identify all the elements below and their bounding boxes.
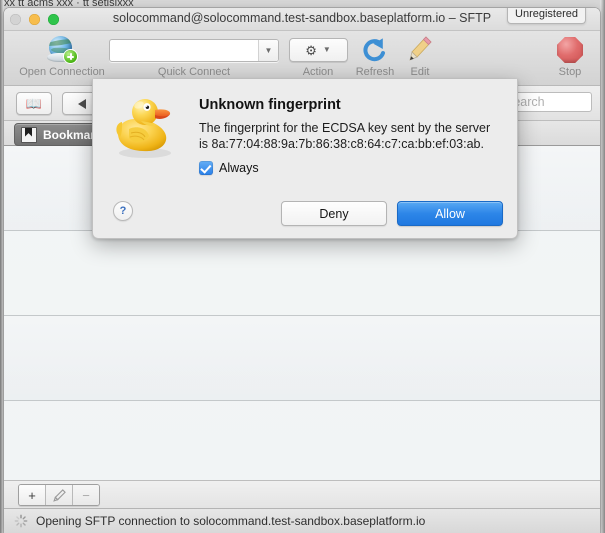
refresh-label: Refresh bbox=[355, 66, 395, 78]
status-bar: Opening SFTP connection to solocommand.t… bbox=[4, 508, 600, 533]
open-book-icon: 📖 bbox=[25, 96, 43, 111]
help-button[interactable]: ? bbox=[113, 201, 133, 221]
background-window-right-edge bbox=[600, 0, 605, 533]
chevron-down-icon: ▼ bbox=[322, 45, 331, 54]
edit-bookmark-button[interactable] bbox=[46, 485, 73, 505]
always-checkbox-label: Always bbox=[219, 161, 259, 175]
pencil-icon bbox=[409, 36, 432, 61]
pencil-icon bbox=[52, 488, 66, 502]
loading-spinner-icon bbox=[14, 514, 28, 528]
dialog-body-text: The fingerprint for the ECDSA key sent b… bbox=[199, 121, 491, 151]
bookmark-actions-bar: + − bbox=[4, 480, 600, 508]
gear-icon: ⚙ bbox=[305, 42, 317, 58]
globe-add-icon bbox=[47, 35, 77, 65]
back-triangle-icon bbox=[78, 98, 86, 109]
allow-button[interactable]: Allow bbox=[397, 201, 503, 226]
add-bookmark-button[interactable]: + bbox=[19, 485, 46, 505]
open-connection-label: Open Connection bbox=[19, 66, 105, 78]
quick-connect-group: ▼ Quick Connect bbox=[108, 35, 280, 78]
quick-connect-input[interactable] bbox=[110, 39, 258, 61]
bookmark-ribbon-icon bbox=[21, 126, 37, 143]
list-item[interactable] bbox=[4, 231, 600, 316]
always-checkbox-row[interactable]: Always bbox=[199, 161, 259, 175]
toggle-bookmarks-button[interactable]: 📖 bbox=[16, 92, 52, 115]
quick-connect-combo[interactable]: ▼ bbox=[109, 35, 279, 65]
chevron-down-icon[interactable]: ▼ bbox=[258, 39, 278, 61]
refresh-button[interactable]: Refresh bbox=[349, 35, 401, 78]
list-item[interactable] bbox=[4, 316, 600, 401]
unknown-fingerprint-dialog: Unknown fingerprint The fingerprint for … bbox=[92, 79, 518, 239]
dialog-button-group: Deny Allow bbox=[281, 201, 503, 226]
bookmark-segmented-control: + − bbox=[18, 484, 100, 506]
open-connection-button[interactable]: Open Connection bbox=[7, 35, 117, 78]
rubber-duck-icon bbox=[116, 99, 171, 158]
list-item[interactable] bbox=[4, 401, 600, 480]
background-window-clipped-title: xx tt acms xxx · tt setislxxx bbox=[4, 0, 134, 8]
status-text: Opening SFTP connection to solocommand.t… bbox=[36, 514, 426, 528]
edit-button[interactable]: Edit bbox=[396, 35, 444, 78]
deny-button[interactable]: Deny bbox=[281, 201, 387, 226]
stop-label: Stop bbox=[558, 66, 582, 78]
stop-button[interactable]: Stop bbox=[544, 35, 596, 78]
action-menu-button[interactable]: ⚙ ▼ Action bbox=[287, 35, 349, 78]
remove-bookmark-button[interactable]: − bbox=[73, 485, 99, 505]
unregistered-badge[interactable]: Unregistered bbox=[507, 8, 586, 24]
dialog-title: Unknown fingerprint bbox=[199, 97, 341, 113]
main-toolbar: Open Connection ▼ Quick Connect ⚙ ▼ Acti… bbox=[4, 31, 600, 86]
title-bar: solocommand@solocommand.test-sandbox.bas… bbox=[4, 8, 600, 31]
quick-connect-label: Quick Connect bbox=[157, 66, 231, 78]
always-checkbox[interactable] bbox=[199, 161, 213, 175]
action-label: Action bbox=[302, 66, 334, 78]
edit-label: Edit bbox=[410, 66, 430, 78]
refresh-arrow-icon bbox=[363, 38, 385, 62]
stop-octagon-icon bbox=[557, 37, 583, 63]
